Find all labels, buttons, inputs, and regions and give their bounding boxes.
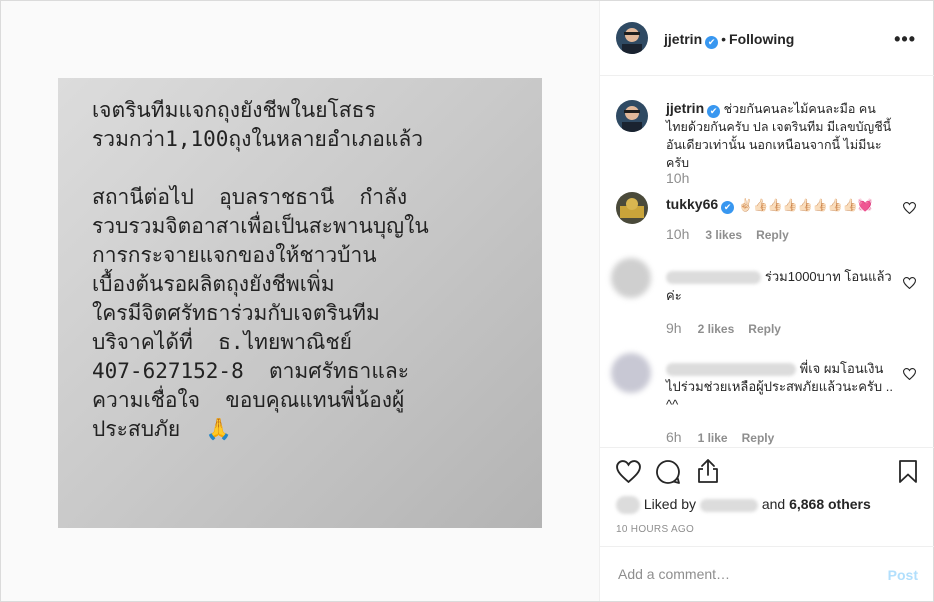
comment-time[interactable]: 9h	[666, 320, 682, 336]
post-sidebar: jjetrin ✔ • Following ••• jjetrin ✔ ช่วยกันค	[599, 1, 934, 601]
post-actions: Liked by and 6,868 others 10 HOURS AGO	[600, 447, 934, 558]
comment-meta: 9h 2 likes Reply	[666, 320, 795, 336]
comment-meta: 10h	[666, 170, 705, 186]
verified-badge-icon: ✔	[707, 105, 721, 118]
author-avatar[interactable]	[616, 100, 648, 132]
verified-badge-icon: ✔	[705, 36, 719, 49]
comment-likes[interactable]: 3 likes	[705, 228, 742, 242]
comments-list: jjetrin ✔ ช่วยกันคนละไม้คนละมือ คนไทยด้วย…	[600, 76, 934, 446]
caption-comment: jjetrin ✔ ช่วยกันคนละไม้คนละมือ คนไทยด้วย…	[616, 97, 916, 192]
header-separator: •	[721, 31, 727, 47]
commenter-avatar[interactable]	[616, 192, 648, 224]
verified-badge-icon: ✔	[721, 201, 735, 214]
reply-button[interactable]: Reply	[748, 322, 781, 336]
liked-by-label: Liked by	[643, 496, 697, 512]
comment-item: ร่วม1000บาท โอนแล้วค่ะ 9h 2 likes Reply	[611, 258, 916, 336]
add-comment-bar: Post	[600, 546, 934, 602]
post-image-text: เจตรินทีมแจกถุงยังชีพในยโสธร รวมกว่า1,10…	[92, 98, 429, 441]
following-button[interactable]: Following	[729, 31, 794, 47]
comment-item: tukky66 ✔ ✌🏻👍🏻👍🏻👍🏻👍🏻👍🏻👍🏻👍🏻💓 10h 3 likes Rep…	[616, 192, 916, 252]
heart-icon[interactable]	[616, 460, 641, 483]
comment-body: tukky66 ✔ ✌🏻👍🏻👍🏻👍🏻👍🏻👍🏻👍🏻👍🏻💓	[666, 195, 894, 214]
comment-username[interactable]: jjetrin	[666, 100, 704, 116]
small-heart-icon[interactable]	[903, 202, 916, 214]
likes-summary: Liked by and 6,868 others	[616, 496, 871, 515]
author-avatar[interactable]	[616, 22, 648, 54]
add-comment-input[interactable]	[616, 565, 870, 583]
post-header: jjetrin ✔ • Following •••	[600, 1, 934, 76]
commenter-avatar[interactable]	[611, 258, 651, 298]
comment-text: ✌🏻👍🏻👍🏻👍🏻👍🏻👍🏻👍🏻👍🏻💓	[738, 198, 873, 212]
comment-username[interactable]: tukky66	[666, 196, 718, 212]
post-image[interactable]: เจตรินทีมแจกถุงยังชีพในยโสธร รวมกว่า1,10…	[58, 78, 542, 528]
post-comment-button[interactable]: Post	[888, 567, 918, 583]
blurred-liker-name[interactable]	[699, 498, 758, 512]
post-timestamp[interactable]: 10 HOURS AGO	[616, 524, 694, 535]
blurred-username	[666, 270, 761, 284]
small-heart-icon[interactable]	[903, 368, 916, 380]
comment-time[interactable]: 6h	[666, 429, 682, 445]
more-options-icon[interactable]: •••	[894, 29, 916, 50]
comment-meta: 10h 3 likes Reply	[666, 226, 803, 242]
small-heart-icon[interactable]	[903, 277, 916, 289]
comment-time[interactable]: 10h	[666, 226, 689, 242]
blurred-liker-avatar	[616, 496, 640, 515]
commenter-avatar[interactable]	[611, 353, 651, 393]
comment-likes[interactable]: 1 like	[698, 431, 728, 445]
comment-body: jjetrin ✔ ช่วยกันคนละไม้คนละมือ คนไทยด้วย…	[666, 99, 894, 172]
blurred-username	[666, 363, 796, 377]
author-username[interactable]: jjetrin	[664, 31, 702, 47]
comment-item: พี่เจ ผมโอนเงินไปร่วมช่วยเหลือผู้ประสพภั…	[611, 350, 916, 446]
reply-button[interactable]: Reply	[756, 228, 789, 242]
comment-meta: 6h 1 like Reply	[666, 429, 788, 445]
comment-likes[interactable]: 2 likes	[698, 322, 735, 336]
media-area: เจตรินทีมแจกถุงยังชีพในยโสธร รวมกว่า1,10…	[1, 1, 599, 601]
comment-icon[interactable]	[655, 459, 681, 485]
likes-and-label: and	[761, 496, 786, 512]
comment-body: ร่วม1000บาท โอนแล้วค่ะ	[666, 267, 894, 305]
comment-time[interactable]: 10h	[666, 170, 689, 186]
reply-button[interactable]: Reply	[742, 431, 775, 445]
bookmark-icon[interactable]	[898, 459, 918, 484]
share-icon[interactable]	[697, 458, 719, 484]
likes-count[interactable]: 6,868 others	[789, 496, 871, 512]
comment-body: พี่เจ ผมโอนเงินไปร่วมช่วยเหลือผู้ประสพภั…	[666, 360, 894, 414]
post-dialog: เจตรินทีมแจกถุงยังชีพในยโสธร รวมกว่า1,10…	[0, 0, 934, 602]
